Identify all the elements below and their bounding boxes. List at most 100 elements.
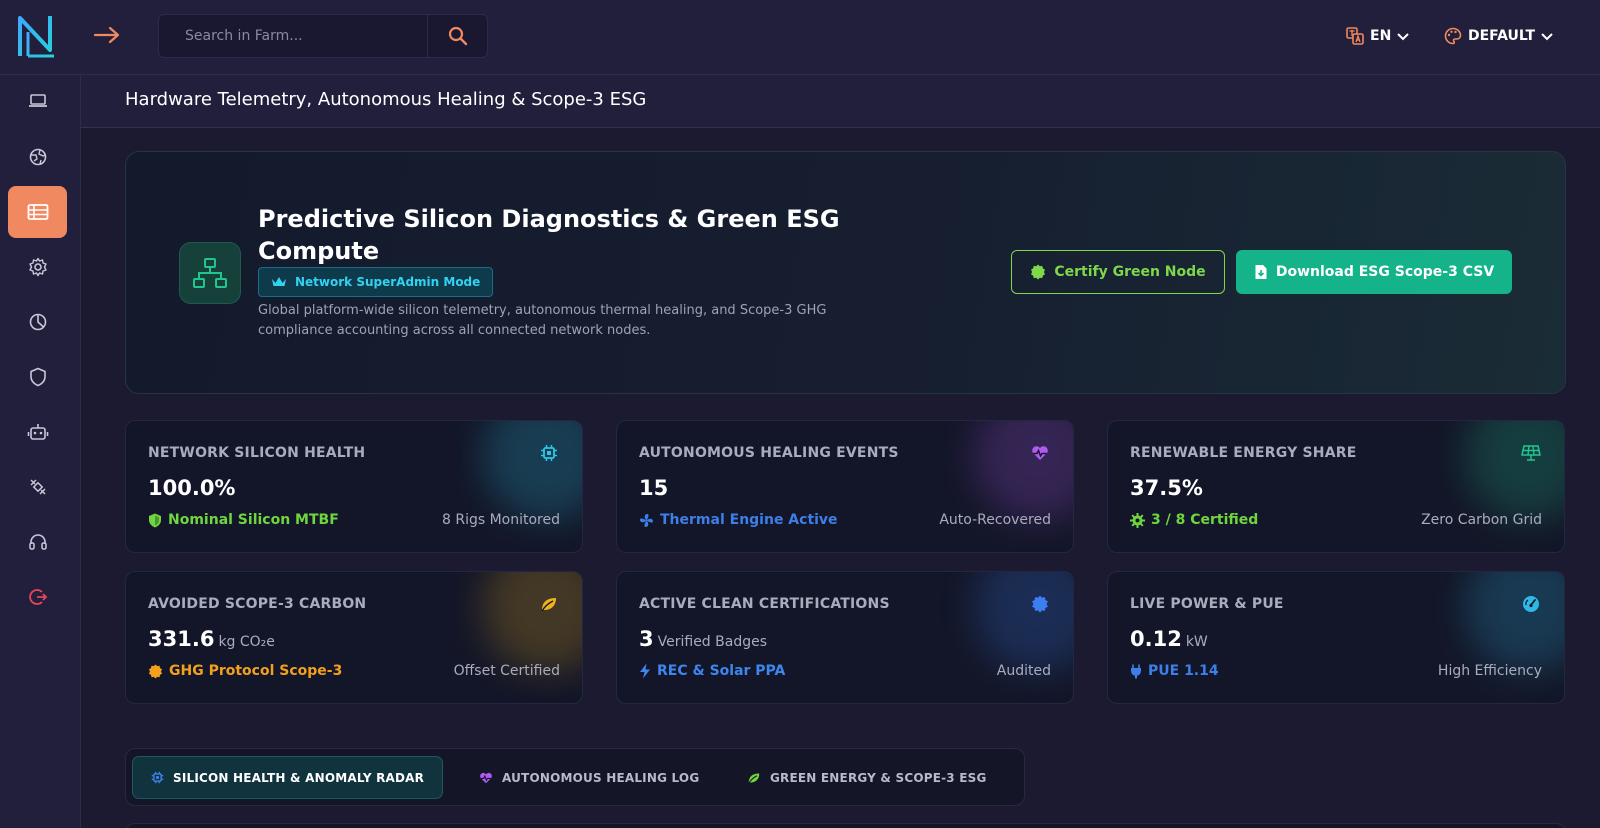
sidebar-item-satellite[interactable]	[8, 461, 67, 513]
card-status: Nominal Silicon MTBF	[148, 512, 339, 528]
card-value: 37.5%	[1130, 476, 1203, 500]
leaf-icon	[748, 773, 760, 784]
card-glow	[482, 421, 582, 521]
stat-card-healing-events: AUTONOMOUS HEALING EVENTS 15 Thermal Eng…	[616, 420, 1074, 553]
card-glow	[973, 572, 1073, 672]
sidebar	[0, 75, 81, 828]
card-value: 0.12 kW	[1130, 627, 1208, 651]
sidebar-item-logout[interactable]	[8, 571, 67, 623]
top-bar: EN DEFAULT	[0, 0, 1600, 75]
heart-pulse-icon	[480, 772, 492, 783]
card-glow	[1464, 421, 1564, 521]
card-note: Zero Carbon Grid	[1421, 512, 1542, 528]
sidebar-item-support[interactable]	[8, 516, 67, 568]
card-note: Auto-Recovered	[939, 512, 1051, 528]
certify-label: Certify Green Node	[1054, 264, 1206, 280]
download-esg-csv-button[interactable]: Download ESG Scope-3 CSV	[1236, 250, 1512, 294]
certify-green-node-button[interactable]: Certify Green Node	[1011, 250, 1225, 294]
stat-card-clean-certifications: ACTIVE CLEAN CERTIFICATIONS 3 Verified Ba…	[616, 571, 1074, 704]
fan-icon	[640, 513, 653, 527]
palette-icon	[1444, 27, 1462, 45]
card-status: REC & Solar PPA	[639, 663, 785, 679]
headset-icon	[28, 534, 47, 550]
card-label: NETWORK SILICON HEALTH	[148, 445, 366, 461]
hero-panel: Predictive Silicon Diagnostics & Green E…	[125, 151, 1566, 394]
pie-chart-icon	[29, 313, 46, 331]
sidebar-item-settings[interactable]	[8, 241, 67, 293]
toggle-sidebar-button[interactable]	[90, 20, 124, 50]
theme-selector[interactable]: DEFAULT	[1444, 24, 1553, 48]
card-value: 100.0%	[148, 476, 236, 500]
solar-panel-icon	[1520, 442, 1542, 464]
sidebar-item-analytics[interactable]	[8, 296, 67, 348]
tab-silicon-health[interactable]: SILICON HEALTH & ANOMALY RADAR	[132, 756, 444, 799]
admin-mode-badge: Network SuperAdmin Mode	[258, 267, 494, 297]
tab-green-energy[interactable]: GREEN ENERGY & SCOPE-3 ESG	[729, 756, 1005, 799]
language-selector[interactable]: EN	[1346, 24, 1409, 48]
page-title-bar: Hardware Telemetry, Autonomous Healing &…	[81, 75, 1600, 128]
laptop-icon	[28, 94, 47, 107]
search-button[interactable]	[427, 15, 487, 57]
card-label: LIVE POWER & PUE	[1130, 596, 1284, 612]
card-label: RENEWABLE ENERGY SHARE	[1130, 445, 1357, 461]
stat-card-avoided-carbon: AVOIDED SCOPE-3 CARBON 331.6 kg CO₂e GHG …	[125, 571, 583, 704]
stat-card-renewable-share: RENEWABLE ENERGY SHARE 37.5% 3 / 8 Certi…	[1107, 420, 1565, 553]
bolt-icon	[640, 663, 650, 679]
section-tabs: SILICON HEALTH & ANOMALY RADAR AUTONOMOU…	[125, 748, 1025, 806]
card-value: 331.6 kg CO₂e	[148, 627, 275, 651]
gauge-icon	[1520, 593, 1542, 615]
gear-leaf-icon	[1130, 512, 1145, 528]
heart-pulse-icon	[1029, 442, 1051, 464]
card-status: PUE 1.14	[1130, 663, 1219, 679]
gear-icon	[28, 257, 47, 277]
sidebar-item-devices[interactable]	[8, 75, 67, 127]
download-label: Download ESG Scope-3 CSV	[1275, 264, 1495, 280]
tab-content-panel	[125, 823, 1566, 828]
cpu-icon	[151, 771, 164, 784]
card-status: Thermal Engine Active	[639, 512, 838, 528]
certificate-icon	[1031, 264, 1046, 280]
theme-label: DEFAULT	[1468, 28, 1536, 44]
arrow-right-icon	[93, 26, 120, 44]
logout-icon	[28, 589, 47, 605]
leaf-icon	[538, 593, 560, 615]
server-list-icon	[27, 204, 48, 220]
shield-icon	[29, 367, 46, 387]
card-label: ACTIVE CLEAN CERTIFICATIONS	[639, 596, 890, 612]
card-note: Offset Certified	[453, 663, 560, 679]
stat-card-live-power: LIVE POWER & PUE 0.12 kW PUE 1.14 High Ef…	[1107, 571, 1565, 704]
tab-healing-log[interactable]: AUTONOMOUS HEALING LOG	[461, 756, 717, 799]
card-status: GHG Protocol Scope-3	[148, 663, 342, 679]
card-glow	[973, 421, 1073, 521]
chevron-down-icon	[1541, 33, 1553, 41]
card-label: AUTONOMOUS HEALING EVENTS	[639, 445, 899, 461]
chevron-down-icon	[1397, 33, 1409, 41]
robot-icon	[27, 424, 48, 440]
shield-check-icon	[149, 513, 161, 527]
card-note: High Efficiency	[1437, 663, 1542, 679]
stat-card-silicon-health: NETWORK SILICON HEALTH 100.0% Nominal Si…	[125, 420, 583, 553]
hero-title: Predictive Silicon Diagnostics & Green E…	[258, 205, 840, 265]
page-title: Hardware Telemetry, Autonomous Healing &…	[125, 89, 647, 110]
admin-mode-label: Network SuperAdmin Mode	[295, 275, 481, 289]
app-logo[interactable]	[14, 12, 58, 60]
globe-icon	[29, 148, 46, 166]
card-value: 3 Verified Badges	[639, 627, 768, 651]
search-box	[158, 14, 488, 58]
card-glow	[482, 572, 582, 672]
satellite-icon	[29, 479, 46, 495]
certificate-icon	[148, 663, 163, 679]
plug-icon	[1131, 664, 1141, 678]
file-download-icon	[1255, 265, 1267, 279]
cpu-icon	[538, 442, 560, 464]
card-note: 8 Rigs Monitored	[441, 512, 560, 528]
sidebar-item-network[interactable]	[8, 131, 67, 183]
sidebar-item-farm[interactable]	[8, 186, 67, 238]
card-label: AVOIDED SCOPE-3 CARBON	[148, 596, 367, 612]
card-note: Audited	[996, 663, 1051, 679]
sidebar-item-security[interactable]	[8, 351, 67, 403]
card-glow	[1464, 572, 1564, 672]
card-value: 15	[639, 476, 669, 500]
search-input[interactable]	[159, 15, 427, 57]
sidebar-item-automation[interactable]	[8, 406, 67, 458]
